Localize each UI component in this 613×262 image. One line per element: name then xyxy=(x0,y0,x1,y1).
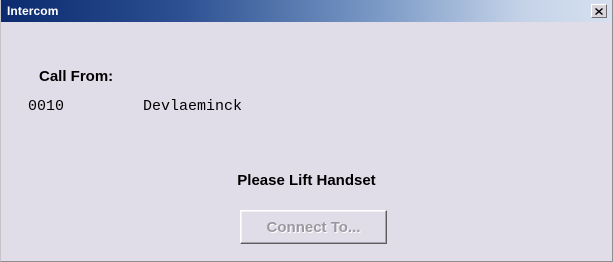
title-bar[interactable]: Intercom xyxy=(1,0,612,22)
window-title: Intercom xyxy=(7,4,59,18)
caller-name: Devlaeminck xyxy=(143,98,243,115)
close-button[interactable] xyxy=(591,4,607,18)
close-icon xyxy=(595,7,603,15)
connect-to-button[interactable]: Connect To... xyxy=(240,210,387,244)
call-from-label: Call From: xyxy=(39,68,114,85)
caller-number: 0010 xyxy=(28,98,65,115)
lift-handset-prompt: Please Lift Handset xyxy=(237,172,376,189)
intercom-dialog: Intercom Call From: 0010 Devlaeminck Ple… xyxy=(0,0,613,262)
